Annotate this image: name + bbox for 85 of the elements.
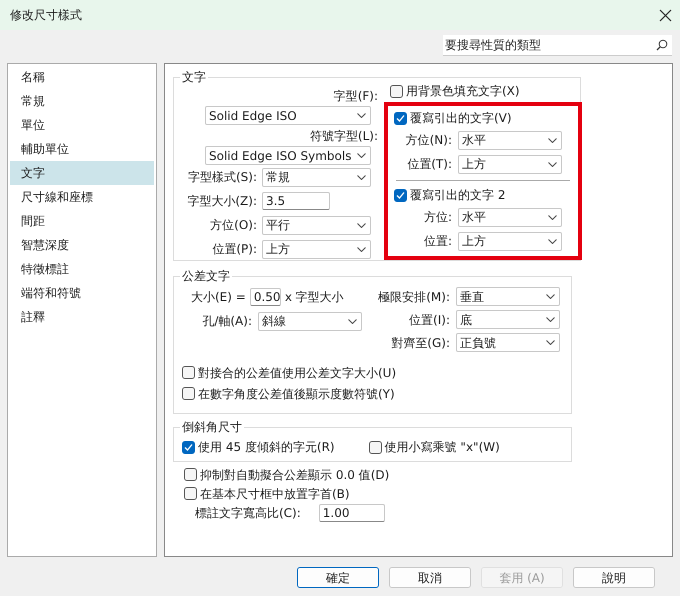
chevron-icon	[348, 318, 357, 324]
sidebar-item[interactable]: 間距	[10, 209, 154, 233]
search-field[interactable]: 要搜尋性質的類型	[443, 35, 672, 56]
chevron-icon	[548, 238, 557, 244]
dropdown[interactable]: 上方	[458, 154, 562, 174]
dropdown[interactable]: 平行	[262, 216, 371, 234]
checkbox-label: 覆寫引出的文字(V)	[410, 110, 512, 127]
chevron-icon	[548, 214, 557, 220]
chevron-icon	[357, 246, 366, 252]
sidebar-item[interactable]: 端符和符號	[10, 281, 154, 305]
checkbox[interactable]	[394, 112, 407, 124]
sidebar-item[interactable]: 特徵標註	[10, 257, 154, 281]
dropdown[interactable]: 上方	[262, 240, 371, 258]
dialog-button[interactable]: 說明	[573, 567, 655, 588]
unit-label: x 字型大小	[284, 289, 344, 306]
dialog-button[interactable]: 確定	[297, 567, 379, 588]
chevron-icon	[548, 138, 557, 142]
checkbox-label: 在基本尺寸框中放置字首(B)	[200, 486, 350, 502]
checkbox[interactable]	[368, 440, 382, 454]
chevron-icon	[546, 294, 555, 299]
field-label: 方位(N):	[404, 132, 453, 149]
input-field[interactable]: 1.00	[318, 504, 385, 522]
dropdown[interactable]: 正負號	[456, 333, 560, 352]
chevron-icon	[357, 174, 366, 180]
close-icon[interactable]	[659, 8, 672, 22]
field-label: 字型樣式(S):	[186, 169, 258, 186]
chevron-icon	[546, 340, 555, 345]
sidebar-item[interactable]: 名稱	[10, 65, 154, 89]
field-label: 極限安排(M):	[377, 288, 451, 306]
checkbox-label: 抑制對自動擬合公差顯示 0.0 值(D)	[200, 466, 390, 484]
group-title: 文字	[181, 69, 207, 86]
dialog-button[interactable]: 取消	[389, 567, 471, 588]
dropdown[interactable]: 水平	[458, 208, 562, 226]
input-field[interactable]: 3.5	[262, 192, 330, 210]
dropdown[interactable]: 水平	[458, 130, 562, 150]
field-label: 方位(O):	[209, 217, 258, 234]
checkbox-label: 在數字角度公差值後顯示度數符號(Y)	[198, 386, 395, 402]
dropdown[interactable]: Solid Edge ISO Symbols	[205, 146, 371, 165]
field-label: 位置(T):	[406, 156, 453, 173]
sidebar-item[interactable]: 文字	[10, 161, 154, 185]
checkbox-label: 對接合的公差值使用公差文字大小(U)	[198, 364, 396, 382]
dropdown[interactable]: 底	[456, 310, 560, 329]
checkbox-label: 覆寫引出的文字 2	[410, 187, 506, 204]
checkbox-label: 使用小寫乘號 "x"(W)	[384, 439, 500, 456]
checkbox-label: 使用 45 度傾斜的字元(R)	[198, 439, 335, 456]
field-label: 位置:	[422, 233, 453, 250]
input-field[interactable]: 0.50	[250, 288, 281, 306]
sidebar-item[interactable]: 常規	[10, 89, 154, 113]
group-title: 公差文字	[181, 268, 231, 285]
sidebar-item[interactable]: 智慧深度	[10, 233, 154, 257]
field-label: 對齊至(G):	[390, 334, 451, 352]
field-label: 方位:	[422, 209, 453, 226]
dropdown[interactable]: 斜線	[258, 312, 362, 330]
checkbox[interactable]	[184, 468, 197, 481]
chevron-icon	[357, 153, 366, 158]
field-label: 字型(F):	[332, 88, 378, 105]
chevron-icon	[357, 113, 366, 118]
chevron-icon	[548, 162, 557, 166]
sidebar-item[interactable]: 單位	[10, 113, 154, 137]
dropdown[interactable]: 上方	[458, 232, 562, 250]
search-icon	[656, 39, 668, 51]
checkbox[interactable]	[390, 84, 403, 98]
checkbox[interactable]	[182, 366, 195, 379]
checkbox[interactable]	[184, 487, 197, 500]
dropdown[interactable]: 常規	[262, 168, 371, 186]
field-label: 大小(E) =	[191, 289, 246, 306]
field-label: 孔/軸(A):	[201, 313, 253, 330]
field-label: 字型大小(Z):	[186, 193, 258, 210]
sidebar-item[interactable]: 輔助單位	[10, 137, 154, 161]
checkbox[interactable]	[394, 188, 407, 202]
checkbox-label: 用背景色填充文字(X)	[406, 83, 520, 100]
field-label: 標註文字寬高比(C):	[195, 505, 301, 522]
field-label: 位置(P):	[211, 241, 258, 258]
window-title: 修改尺寸樣式	[10, 7, 82, 24]
chevron-icon	[546, 317, 555, 322]
sidebar-item[interactable]: 註釋	[10, 305, 154, 329]
field-label: 位置(I):	[408, 312, 451, 328]
field-label: 符號字型(L):	[308, 128, 378, 145]
group-title: 倒斜角尺寸	[181, 419, 243, 436]
sidebar-item[interactable]: 尺寸線和座標	[10, 185, 154, 209]
dropdown[interactable]: 垂直	[456, 287, 560, 306]
checkbox[interactable]	[182, 387, 195, 400]
checkbox[interactable]	[182, 440, 195, 454]
dropdown[interactable]: Solid Edge ISO	[205, 106, 371, 125]
chevron-icon	[357, 222, 366, 228]
